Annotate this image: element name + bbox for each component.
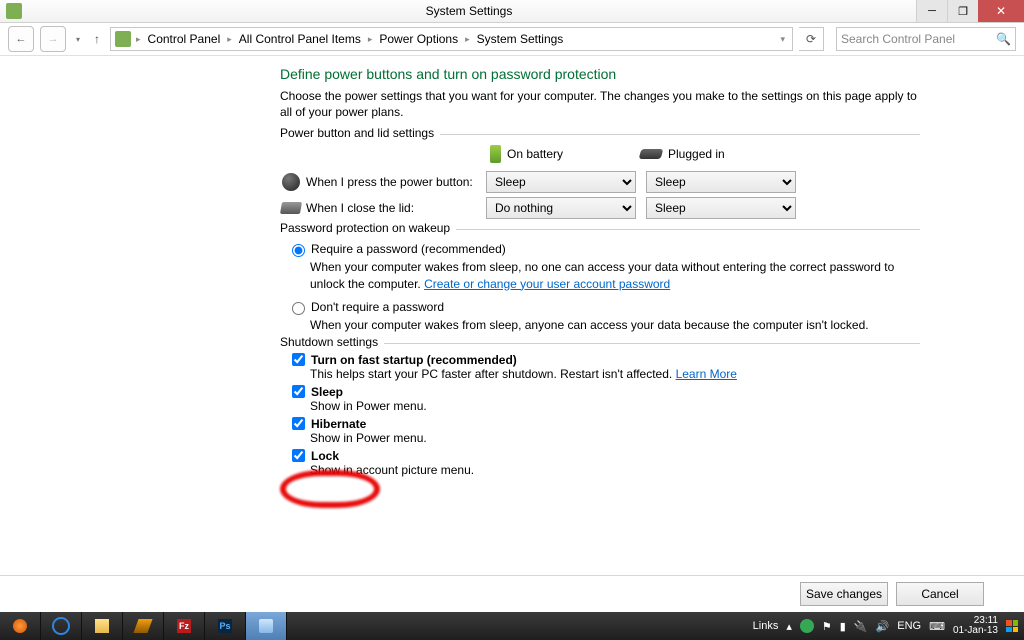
ie-icon[interactable] [41, 612, 82, 640]
require-password-label: Require a password (recommended) [311, 242, 506, 256]
back-button[interactable]: ← [8, 26, 34, 52]
hibernate-desc: Show in Power menu. [310, 431, 920, 445]
window-title: System Settings [22, 4, 916, 18]
breadcrumb[interactable]: ▸ Control Panel ▸ All Control Panel Item… [110, 27, 793, 51]
system-tray: Links ▴ ⚑ ▮ 🔌 🔊 ENG ⌨ 23:11 01-Jan-13 [747, 616, 1024, 636]
up-button[interactable]: ↑ [90, 32, 104, 46]
battery-icon [490, 145, 501, 163]
links-toolbar[interactable]: Links [753, 620, 779, 632]
forward-button[interactable]: → [40, 26, 66, 52]
hibernate-label: Hibernate [311, 417, 366, 431]
network-icon[interactable]: ▮ [840, 620, 846, 633]
group-legend: Power button and lid settings [280, 126, 440, 140]
window-buttons: ─ ❐ ✕ [916, 0, 1024, 22]
save-changes-button[interactable]: Save changes [800, 582, 888, 606]
power-icon[interactable]: 🔌 [854, 620, 868, 633]
chevron-right-icon: ▸ [224, 34, 235, 45]
lid-icon [280, 202, 302, 214]
minimize-button[interactable]: ─ [916, 0, 947, 22]
dont-require-password-label: Don't require a password [311, 300, 444, 314]
power-button-battery-select[interactable]: Sleep [486, 171, 636, 193]
page-heading: Define power buttons and turn on passwor… [280, 66, 920, 82]
tray-icon[interactable] [800, 619, 814, 633]
control-panel-icon [115, 31, 131, 47]
start-charm-icon[interactable] [1006, 620, 1018, 632]
chevron-right-icon: ▸ [462, 34, 473, 45]
sleep-checkbox[interactable] [292, 385, 305, 398]
on-battery-header: On battery [490, 145, 640, 163]
power-button-lid-group: Power button and lid settings On battery… [280, 134, 920, 219]
chevron-down-icon[interactable]: ▾ [777, 34, 788, 45]
dont-require-password-desc: When your computer wakes from sleep, any… [310, 317, 920, 333]
breadcrumb-item[interactable]: Power Options [377, 32, 460, 46]
chevron-up-icon[interactable]: ▴ [786, 620, 792, 633]
close-lid-label: When I close the lid: [306, 201, 482, 215]
firefox-icon[interactable] [0, 612, 41, 640]
file-explorer-icon[interactable] [82, 612, 123, 640]
plugged-in-label: Plugged in [668, 147, 725, 161]
title-bar: System Settings ─ ❐ ✕ [0, 0, 1024, 23]
maximize-button[interactable]: ❐ [947, 0, 978, 22]
history-dropdown[interactable]: ▾ [72, 35, 84, 44]
volume-icon[interactable]: 🔊 [876, 620, 890, 633]
sleep-label: Sleep [311, 385, 343, 399]
create-password-link[interactable]: Create or change your user account passw… [424, 277, 670, 291]
power-button-icon [282, 173, 300, 191]
lock-checkbox[interactable] [292, 449, 305, 462]
fast-startup-checkbox[interactable] [292, 353, 305, 366]
sleep-desc: Show in Power menu. [310, 399, 920, 413]
on-battery-label: On battery [507, 147, 563, 161]
group-legend: Shutdown settings [280, 335, 384, 349]
cancel-button[interactable]: Cancel [896, 582, 984, 606]
close-lid-battery-select[interactable]: Do nothing [486, 197, 636, 219]
search-input[interactable]: Search Control Panel 🔍 [836, 27, 1016, 51]
group-legend: Password protection on wakeup [280, 221, 456, 235]
learn-more-link[interactable]: Learn More [676, 367, 737, 381]
fast-startup-desc: This helps start your PC faster after sh… [310, 367, 920, 381]
require-password-radio[interactable] [292, 244, 305, 257]
plug-icon [639, 149, 664, 159]
search-placeholder: Search Control Panel [841, 32, 955, 46]
search-icon: 🔍 [996, 32, 1011, 46]
lock-label: Lock [311, 449, 339, 463]
close-lid-plugged-select[interactable]: Sleep [646, 197, 796, 219]
plugged-in-header: Plugged in [640, 145, 790, 163]
chevron-right-icon: ▸ [365, 34, 376, 45]
action-bar: Save changes Cancel [0, 575, 1024, 612]
photoshop-icon[interactable]: Ps [205, 612, 246, 640]
dont-require-password-radio[interactable] [292, 302, 305, 315]
lock-desc: Show in account picture menu. [310, 463, 920, 477]
clock[interactable]: 23:11 01-Jan-13 [953, 616, 998, 636]
nav-bar: ← → ▾ ↑ ▸ Control Panel ▸ All Control Pa… [0, 23, 1024, 56]
breadcrumb-item[interactable]: System Settings [475, 32, 566, 46]
filezilla-icon[interactable]: Fz [164, 612, 205, 640]
password-protection-group: Password protection on wakeup Require a … [280, 229, 920, 333]
language-indicator[interactable]: ENG [897, 620, 921, 632]
control-panel-icon [6, 3, 22, 19]
shutdown-settings-group: Shutdown settings Turn on fast startup (… [280, 343, 920, 477]
control-panel-taskbar-icon[interactable] [246, 612, 287, 640]
close-button[interactable]: ✕ [978, 0, 1024, 22]
breadcrumb-item[interactable]: Control Panel [146, 32, 223, 46]
chevron-right-icon: ▸ [133, 34, 144, 45]
content-area: Define power buttons and turn on passwor… [0, 56, 1024, 576]
hibernate-checkbox[interactable] [292, 417, 305, 430]
taskbar[interactable]: Fz Ps Links ▴ ⚑ ▮ 🔌 🔊 ENG ⌨ 23:11 01-Jan… [0, 612, 1024, 640]
page-intro: Choose the power settings that you want … [280, 88, 920, 120]
action-center-icon[interactable]: ⚑ [822, 620, 832, 633]
require-password-desc: When your computer wakes from sleep, no … [310, 259, 920, 291]
fast-startup-label: Turn on fast startup (recommended) [311, 353, 517, 367]
refresh-button[interactable]: ⟳ [799, 27, 824, 51]
winamp-icon[interactable] [123, 612, 164, 640]
power-button-plugged-select[interactable]: Sleep [646, 171, 796, 193]
breadcrumb-item[interactable]: All Control Panel Items [237, 32, 363, 46]
input-indicator-icon[interactable]: ⌨ [929, 620, 945, 633]
power-button-label: When I press the power button: [306, 175, 482, 189]
